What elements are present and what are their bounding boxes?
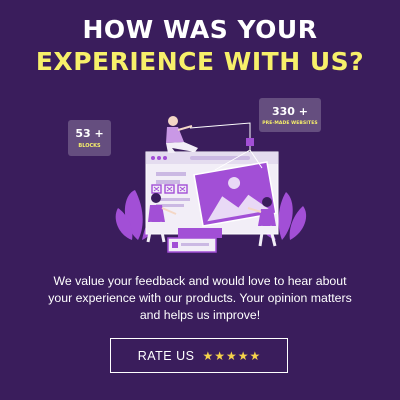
feedback-message: We value your feedback and would love to…: [48, 274, 352, 322]
star-icon: ★: [214, 348, 225, 363]
websites-label: PRE-MADE WEBSITES: [262, 121, 318, 126]
headline-line-1: HOW WAS YOUR: [82, 15, 318, 44]
blocks-count-badge: 53 + BLOCKS: [68, 120, 111, 156]
rate-us-label: RATE US: [137, 348, 195, 363]
websites-count-badge: 330 + PRE-MADE WEBSITES: [259, 98, 321, 132]
blocks-label: BLOCKS: [78, 143, 101, 149]
star-icon: ★: [202, 348, 214, 363]
rate-us-button[interactable]: RATE US ★ ★ ★ ★ ★: [110, 338, 288, 373]
blocks-count: 53 +: [75, 127, 104, 140]
headline: HOW WAS YOUR EXPERIENCE WITH US?: [0, 14, 400, 78]
headline-line-2: EXPERIENCE WITH US?: [35, 47, 365, 76]
star-icon: ★: [225, 348, 237, 363]
crane-hook: [246, 138, 254, 146]
star-rating: ★ ★ ★ ★ ★: [202, 350, 260, 362]
star-icon: ★: [249, 348, 261, 363]
website-builder-illustration: [115, 116, 307, 253]
websites-count: 330 +: [271, 105, 308, 118]
star-icon: ★: [237, 348, 249, 363]
person-on-top: [166, 116, 198, 153]
